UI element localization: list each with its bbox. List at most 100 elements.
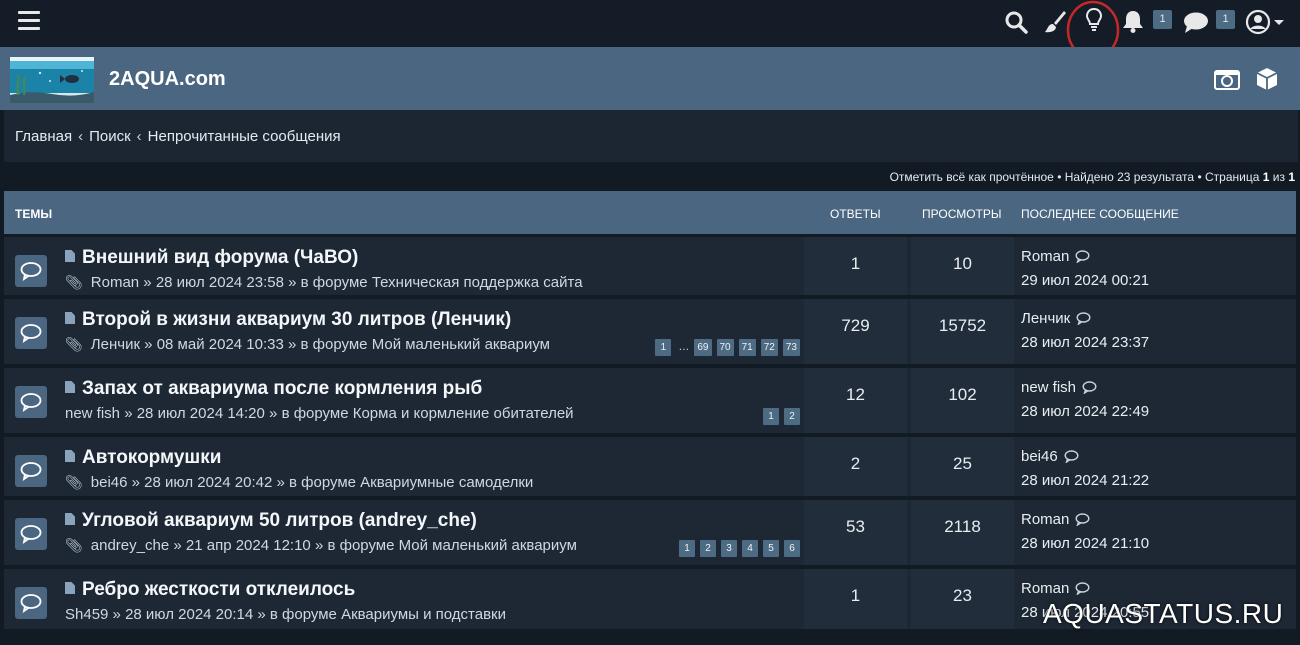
views-cell: 23 bbox=[911, 569, 1014, 629]
paperclip-icon: 📎︎ bbox=[65, 336, 83, 352]
topic-meta: 📎︎ bei46 » 28 июл 2024 20:42 » в форуме А… bbox=[65, 474, 534, 491]
last-post-author[interactable]: Roman bbox=[1021, 248, 1069, 265]
topic-cell: Ребро жесткости отклеилось Sh459 » 28 июл… bbox=[4, 569, 800, 629]
views-count: 10 bbox=[953, 254, 972, 273]
topic-forum-link[interactable]: Корма и кормление обитателей bbox=[353, 405, 574, 422]
chat-icon[interactable] bbox=[1182, 11, 1210, 35]
mark-all-read-link[interactable]: Отметить всё как прочтённое bbox=[890, 170, 1054, 184]
topic-cell: Внешний вид форума (ЧаВО) 📎︎ Roman » 28 ию… bbox=[4, 237, 800, 295]
page-link[interactable]: 69 bbox=[694, 339, 712, 356]
topic-meta: new fish » 28 июл 2024 14:20 » в форуме … bbox=[65, 405, 574, 422]
last-post-date: 28 июл 2024 23:37 bbox=[1021, 334, 1150, 351]
search-icon[interactable] bbox=[1004, 10, 1028, 34]
views-cell: 25 bbox=[911, 437, 1014, 496]
last-post-date: 29 июл 2024 00:21 bbox=[1021, 272, 1150, 289]
breadcrumb-search[interactable]: Поиск bbox=[89, 128, 131, 145]
document-icon bbox=[65, 381, 75, 393]
camera-icon[interactable] bbox=[1214, 68, 1240, 90]
document-icon bbox=[65, 450, 75, 462]
goto-last-post-icon[interactable] bbox=[1075, 250, 1090, 263]
page-link[interactable]: 1 bbox=[763, 408, 779, 425]
page-link[interactable]: 4 bbox=[742, 540, 758, 557]
site-logo[interactable] bbox=[10, 57, 94, 103]
answers-count: 1 bbox=[850, 586, 861, 605]
last-post-author[interactable]: Roman bbox=[1021, 511, 1069, 528]
topic-title-link[interactable]: Автокормушки bbox=[82, 447, 221, 468]
last-post-author[interactable]: new fish bbox=[1021, 379, 1076, 396]
breadcrumb-unread[interactable]: Непрочитанные сообщения bbox=[148, 128, 341, 145]
answers-count: 2 bbox=[850, 454, 861, 473]
goto-last-post-icon[interactable] bbox=[1082, 381, 1097, 394]
topic-date: 28 июл 2024 14:20 bbox=[136, 405, 265, 422]
answers-cell: 729 bbox=[804, 299, 907, 364]
page-link[interactable]: 5 bbox=[763, 540, 779, 557]
cube-icon[interactable] bbox=[1255, 67, 1279, 91]
topic-pages: 12 bbox=[758, 406, 800, 425]
topic-title-link[interactable]: Запах от аквариума после кормления рыб bbox=[82, 378, 482, 399]
topic-cell: Запах от аквариума после кормления рыб ne… bbox=[4, 368, 800, 433]
topic-forum-link[interactable]: Аквариумные самоделки bbox=[360, 474, 533, 491]
document-icon bbox=[65, 312, 75, 324]
document-icon bbox=[65, 513, 75, 525]
site-title[interactable]: 2AQUA.com bbox=[109, 68, 226, 91]
topic-forum-link[interactable]: Мой маленький аквариум bbox=[372, 336, 550, 353]
topic-title-link[interactable]: Внешний вид форума (ЧаВО) bbox=[82, 247, 358, 268]
topic-author[interactable]: Roman bbox=[91, 274, 139, 291]
document-icon bbox=[65, 582, 75, 594]
page-link[interactable]: 2 bbox=[784, 408, 800, 425]
watermark: AQUASTATUS.RU bbox=[1043, 598, 1284, 629]
last-post-cell: bei46 28 июл 2024 21:22 bbox=[1014, 437, 1296, 496]
answers-cell: 1 bbox=[804, 237, 907, 295]
topic-author[interactable]: new fish bbox=[65, 405, 120, 422]
topic-forum-link[interactable]: Аквариумы и подставки bbox=[341, 606, 506, 623]
results-count: Найдено 23 результата bbox=[1064, 170, 1195, 184]
goto-last-post-icon[interactable] bbox=[1076, 312, 1091, 325]
topic-title-link[interactable]: Угловой аквариум 50 литров (andrey_che) bbox=[82, 510, 477, 531]
breadcrumb-home[interactable]: Главная bbox=[15, 128, 72, 145]
topic-title-link[interactable]: Ребро жесткости отклеилось bbox=[82, 579, 355, 600]
page-link[interactable]: 6 bbox=[784, 540, 800, 557]
paperclip-icon: 📎︎ bbox=[65, 537, 83, 553]
caret-down-icon[interactable] bbox=[1273, 19, 1285, 27]
last-post-author[interactable]: Ленчик bbox=[1021, 310, 1070, 327]
answers-cell: 1 bbox=[804, 569, 907, 629]
topic-author[interactable]: Sh459 bbox=[65, 606, 108, 623]
last-post-author[interactable]: bei46 bbox=[1021, 448, 1058, 465]
messages-badge[interactable]: 1 bbox=[1216, 10, 1235, 29]
menu-icon[interactable] bbox=[18, 11, 40, 31]
page-link[interactable]: 2 bbox=[700, 540, 716, 557]
last-post-author[interactable]: Roman bbox=[1021, 580, 1069, 597]
topic-author[interactable]: Ленчик bbox=[91, 336, 140, 353]
page-link[interactable]: 71 bbox=[738, 339, 756, 356]
topic-title-link[interactable]: Второй в жизни аквариум 30 литров (Ленчи… bbox=[82, 309, 511, 330]
user-icon[interactable] bbox=[1245, 9, 1271, 35]
page-link[interactable]: 73 bbox=[782, 339, 800, 356]
topic-cell: Угловой аквариум 50 литров (andrey_che) 📎… bbox=[4, 500, 800, 565]
topic-date: 21 апр 2024 12:10 bbox=[185, 537, 311, 554]
answers-cell: 2 bbox=[804, 437, 907, 496]
topic-author[interactable]: bei46 bbox=[91, 474, 128, 491]
goto-last-post-icon[interactable] bbox=[1064, 450, 1079, 463]
bell-icon[interactable] bbox=[1122, 9, 1144, 33]
header-views: ПРОСМОТРЫ bbox=[922, 207, 1002, 221]
topic-author[interactable]: andrey_che bbox=[91, 537, 169, 554]
page-link[interactable]: 1 bbox=[655, 339, 672, 356]
topic-status-icon bbox=[15, 455, 47, 487]
goto-last-post-icon[interactable] bbox=[1075, 513, 1090, 526]
topic-pages: 1 … 69 70 71 72 73 bbox=[650, 337, 800, 356]
views-count: 2118 bbox=[944, 517, 981, 536]
header-topics: ТЕМЫ bbox=[15, 207, 53, 221]
topic-status-icon bbox=[15, 518, 47, 550]
notifications-badge[interactable]: 1 bbox=[1153, 10, 1172, 29]
goto-last-post-icon[interactable] bbox=[1075, 582, 1090, 595]
topic-forum-link[interactable]: Мой маленький аквариум bbox=[399, 537, 577, 554]
page-link[interactable]: 1 bbox=[679, 540, 695, 557]
page-link[interactable]: 72 bbox=[760, 339, 778, 356]
page-link[interactable]: 70 bbox=[716, 339, 734, 356]
topic-status-icon bbox=[15, 317, 47, 349]
topics-table-header: ТЕМЫ ОТВЕТЫ ПРОСМОТРЫ ПОСЛЕДНЕЕ СООБЩЕНИ… bbox=[4, 191, 1296, 234]
topic-forum-link[interactable]: Техническая поддержка сайта bbox=[372, 274, 583, 291]
topic-status-icon bbox=[15, 386, 47, 418]
page-link[interactable]: 3 bbox=[721, 540, 737, 557]
last-post-date: 28 июл 2024 21:10 bbox=[1021, 535, 1150, 552]
